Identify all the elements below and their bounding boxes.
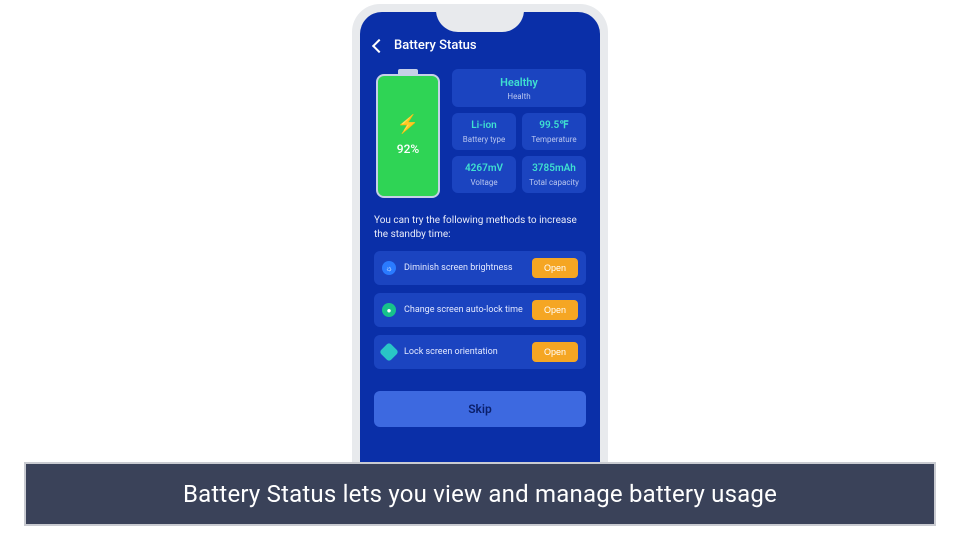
skip-button[interactable]: Skip (374, 391, 586, 427)
stat-card-capacity: 3785mAh Total capacity (522, 156, 586, 193)
stats-grid: Healthy Health Li-ion Battery type 99.5℉… (452, 69, 586, 198)
autolock-icon: ● (382, 303, 396, 317)
page-title: Battery Status (394, 38, 477, 53)
brightness-icon: ☼ (382, 261, 396, 275)
stat-label: Health (456, 92, 582, 101)
tip-text: You can try the following methods to inc… (374, 214, 586, 241)
stat-card-temp: 99.5℉ Temperature (522, 113, 586, 150)
status-row: ⚡ 92% Healthy Health Li-ion Battery type (374, 69, 586, 198)
orientation-icon (379, 342, 399, 362)
battery-body: ⚡ 92% (376, 74, 440, 198)
stat-label: Battery type (456, 135, 512, 144)
stat-label: Voltage (456, 178, 512, 187)
method-label: Change screen auto-lock time (404, 305, 524, 316)
battery-percent: 92% (397, 142, 419, 156)
phone-screen: Battery Status ⚡ 92% Healthy Health (360, 12, 600, 486)
method-label: Diminish screen brightness (404, 263, 524, 274)
method-item-orientation: Lock screen orientation Open (374, 335, 586, 369)
stat-label: Temperature (526, 135, 582, 144)
stat-card-voltage: 4267mV Voltage (452, 156, 516, 193)
caption-bar: Battery Status lets you view and manage … (24, 462, 936, 526)
method-label: Lock screen orientation (404, 347, 524, 358)
stat-value: 99.5℉ (526, 120, 582, 132)
stat-card-health: Healthy Health (452, 69, 586, 107)
stat-value: Healthy (456, 76, 582, 89)
open-button[interactable]: Open (532, 342, 578, 362)
stat-label: Total capacity (526, 178, 582, 187)
phone-notch (436, 12, 524, 32)
stat-value: Li-ion (456, 120, 512, 132)
content-area: ⚡ 92% Healthy Health Li-ion Battery type (360, 61, 600, 369)
charging-icon: ⚡ (397, 116, 419, 134)
stat-value: 3785mAh (526, 163, 582, 175)
open-button[interactable]: Open (532, 258, 578, 278)
stat-value: 4267mV (456, 163, 512, 175)
battery-graphic: ⚡ 92% (374, 69, 442, 198)
phone-frame: Battery Status ⚡ 92% Healthy Health (352, 4, 608, 494)
open-button[interactable]: Open (532, 300, 578, 320)
method-item-brightness: ☼ Diminish screen brightness Open (374, 251, 586, 285)
method-item-autolock: ● Change screen auto-lock time Open (374, 293, 586, 327)
back-icon[interactable] (372, 38, 386, 52)
stat-card-type: Li-ion Battery type (452, 113, 516, 150)
